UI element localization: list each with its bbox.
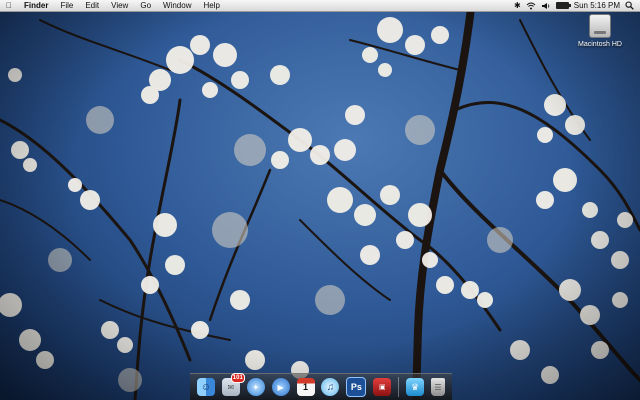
- finder-face: ☺: [200, 381, 212, 393]
- safari-icon[interactable]: ✦: [246, 378, 265, 396]
- photoshop-label: Ps: [350, 382, 362, 392]
- ical-icon[interactable]: 1: [296, 378, 315, 396]
- menu-edit[interactable]: Edit: [79, 0, 105, 11]
- itunes-note-glyph: ♫: [326, 381, 335, 393]
- photoshop-icon[interactable]: Ps: [346, 377, 367, 397]
- menu-finder[interactable]: Finder: [18, 0, 54, 11]
- wifi-icon[interactable]: [526, 2, 536, 10]
- menu-bar:  Finder File Edit View Go Window Help ✱…: [0, 0, 640, 12]
- battery-icon[interactable]: [555, 2, 571, 9]
- wallpaper-vignette: [0, 0, 640, 400]
- battery-level: [556, 3, 568, 8]
- menu-window[interactable]: Window: [157, 0, 197, 11]
- ical-day-number: 1: [303, 382, 309, 392]
- safari-compass-glyph: ✦: [252, 382, 260, 392]
- desktop-icon-label: Macintosh HD: [578, 41, 622, 48]
- menu-file[interactable]: File: [54, 0, 79, 11]
- apple-menu[interactable]: : [0, 1, 18, 10]
- photo-booth-glyph: ▣: [378, 384, 386, 391]
- mail-stamp-glyph: ✉: [227, 382, 235, 392]
- itunes-icon[interactable]: ♫: [321, 378, 340, 396]
- desktop-icon-macintosh-hd[interactable]: Macintosh HD: [574, 14, 626, 48]
- mail-icon[interactable]: ✉ 101: [221, 373, 245, 396]
- bluetooth-icon[interactable]: ✱: [514, 0, 521, 11]
- mail-unread-badge: 101: [230, 373, 245, 383]
- ichat-icon[interactable]: ▶: [271, 378, 290, 396]
- menu-go[interactable]: Go: [134, 0, 157, 11]
- app-crown-icon[interactable]: ♛: [406, 378, 425, 396]
- volume-icon[interactable]: [541, 2, 551, 10]
- desktop[interactable]: [0, 0, 640, 400]
- hard-drive-icon: [589, 14, 611, 38]
- trash-icon[interactable]: ☰: [430, 378, 445, 396]
- menu-clock[interactable]: Sun 5:16 PM: [574, 1, 620, 10]
- crown-glyph: ♛: [411, 381, 420, 392]
- apple-icon: : [6, 1, 12, 10]
- status-area: ✱ Sun 5:16 PM: [514, 0, 640, 11]
- dock-separator: [398, 377, 400, 397]
- menu-view[interactable]: View: [105, 0, 134, 11]
- photo-booth-icon[interactable]: ▣: [373, 378, 392, 396]
- menu-help[interactable]: Help: [197, 0, 225, 11]
- ichat-camera-glyph: ▶: [277, 382, 284, 392]
- dock: ☺ ✉ 101 ✦ ▶ 1 ♫ Ps ▣ ♛ ☰: [190, 373, 452, 400]
- spotlight-icon[interactable]: [625, 1, 634, 10]
- finder-icon[interactable]: ☺: [196, 378, 215, 396]
- trash-lines: ☰: [434, 382, 442, 392]
